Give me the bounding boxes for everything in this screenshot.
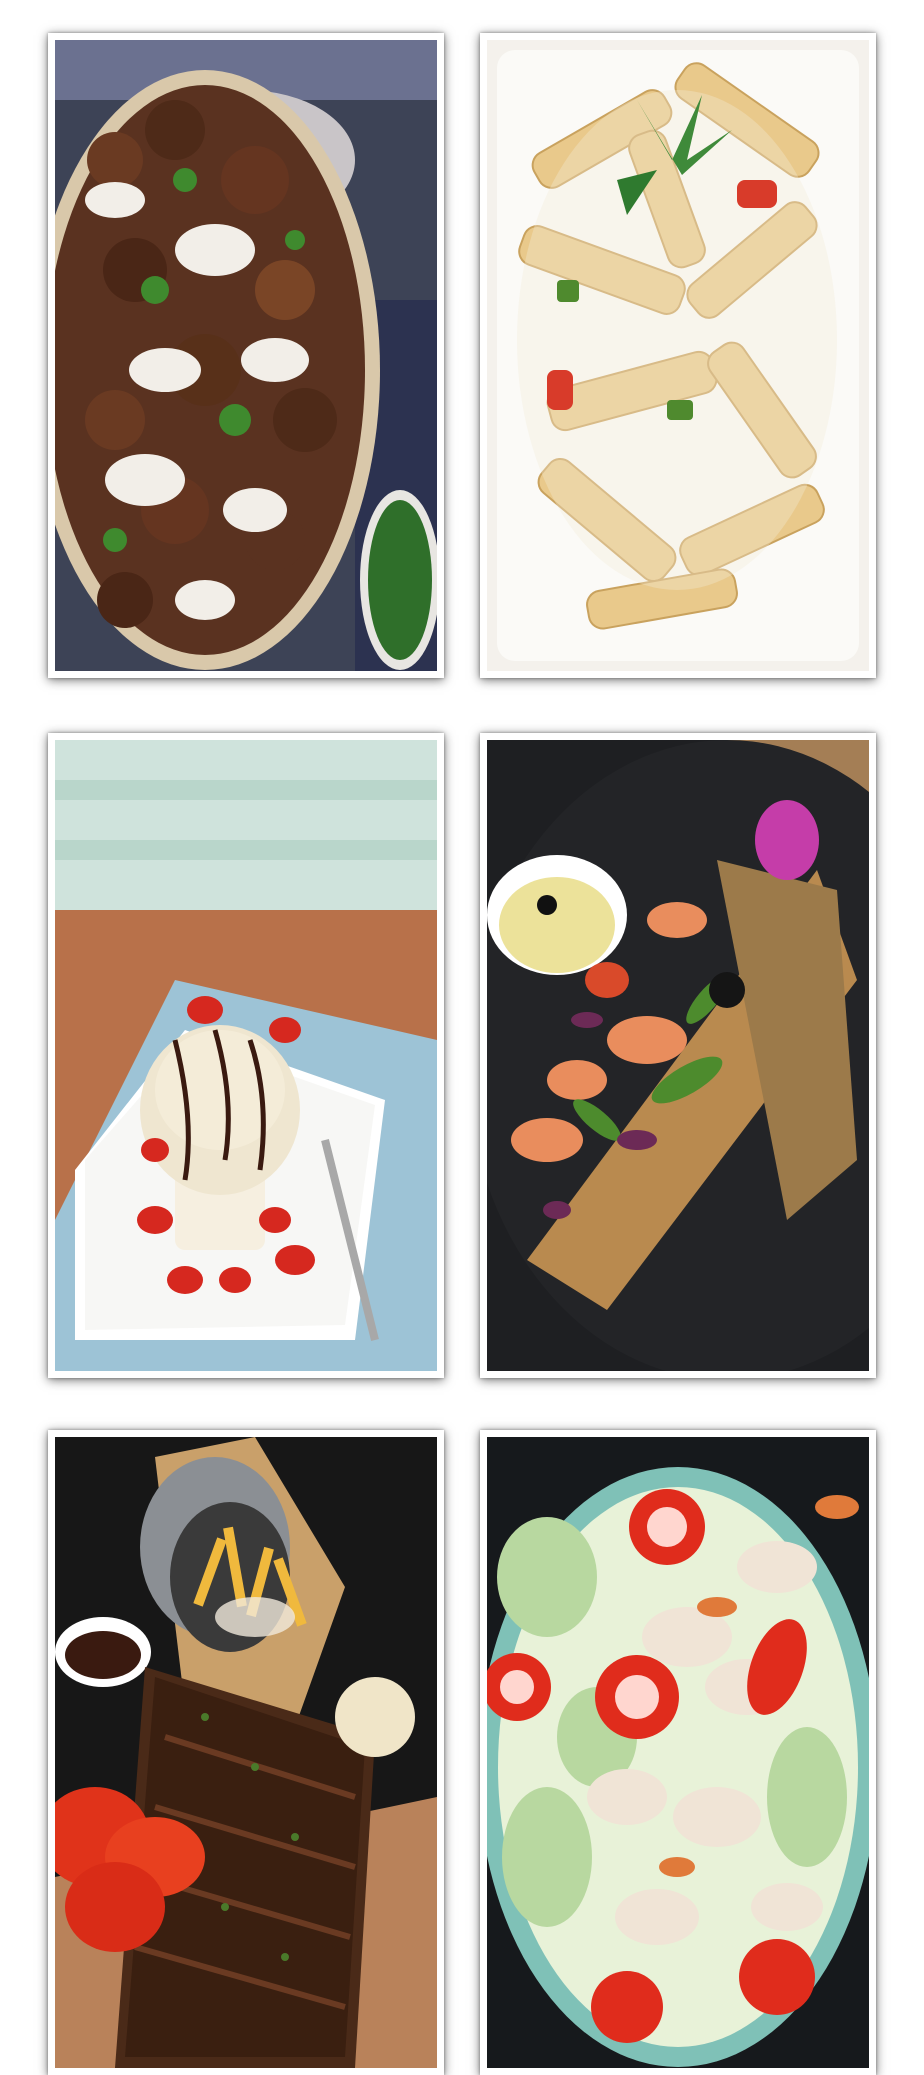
gallery-card-meatball-skillet[interactable] bbox=[48, 33, 444, 678]
meatball-potato-skillet-photo[interactable] bbox=[55, 40, 437, 671]
ice-cream-dessert-photo[interactable] bbox=[55, 740, 437, 1371]
bbq-ribs-fries-photo[interactable] bbox=[55, 1437, 437, 2068]
gallery-card-creamy-penne[interactable] bbox=[480, 33, 876, 678]
creamy-penne-pasta-photo[interactable] bbox=[487, 40, 869, 671]
gallery-card-shrimp-sandwich[interactable] bbox=[480, 733, 876, 1378]
shrimp-open-sandwich-photo[interactable] bbox=[487, 740, 869, 1371]
gallery-card-ice-cream-dessert[interactable] bbox=[48, 733, 444, 1378]
chicken-tomato-salad-photo[interactable] bbox=[487, 1437, 869, 2068]
gallery-card-bbq-ribs[interactable] bbox=[48, 1430, 444, 2075]
food-photo-grid bbox=[0, 0, 924, 2075]
gallery-card-chicken-salad[interactable] bbox=[480, 1430, 876, 2075]
